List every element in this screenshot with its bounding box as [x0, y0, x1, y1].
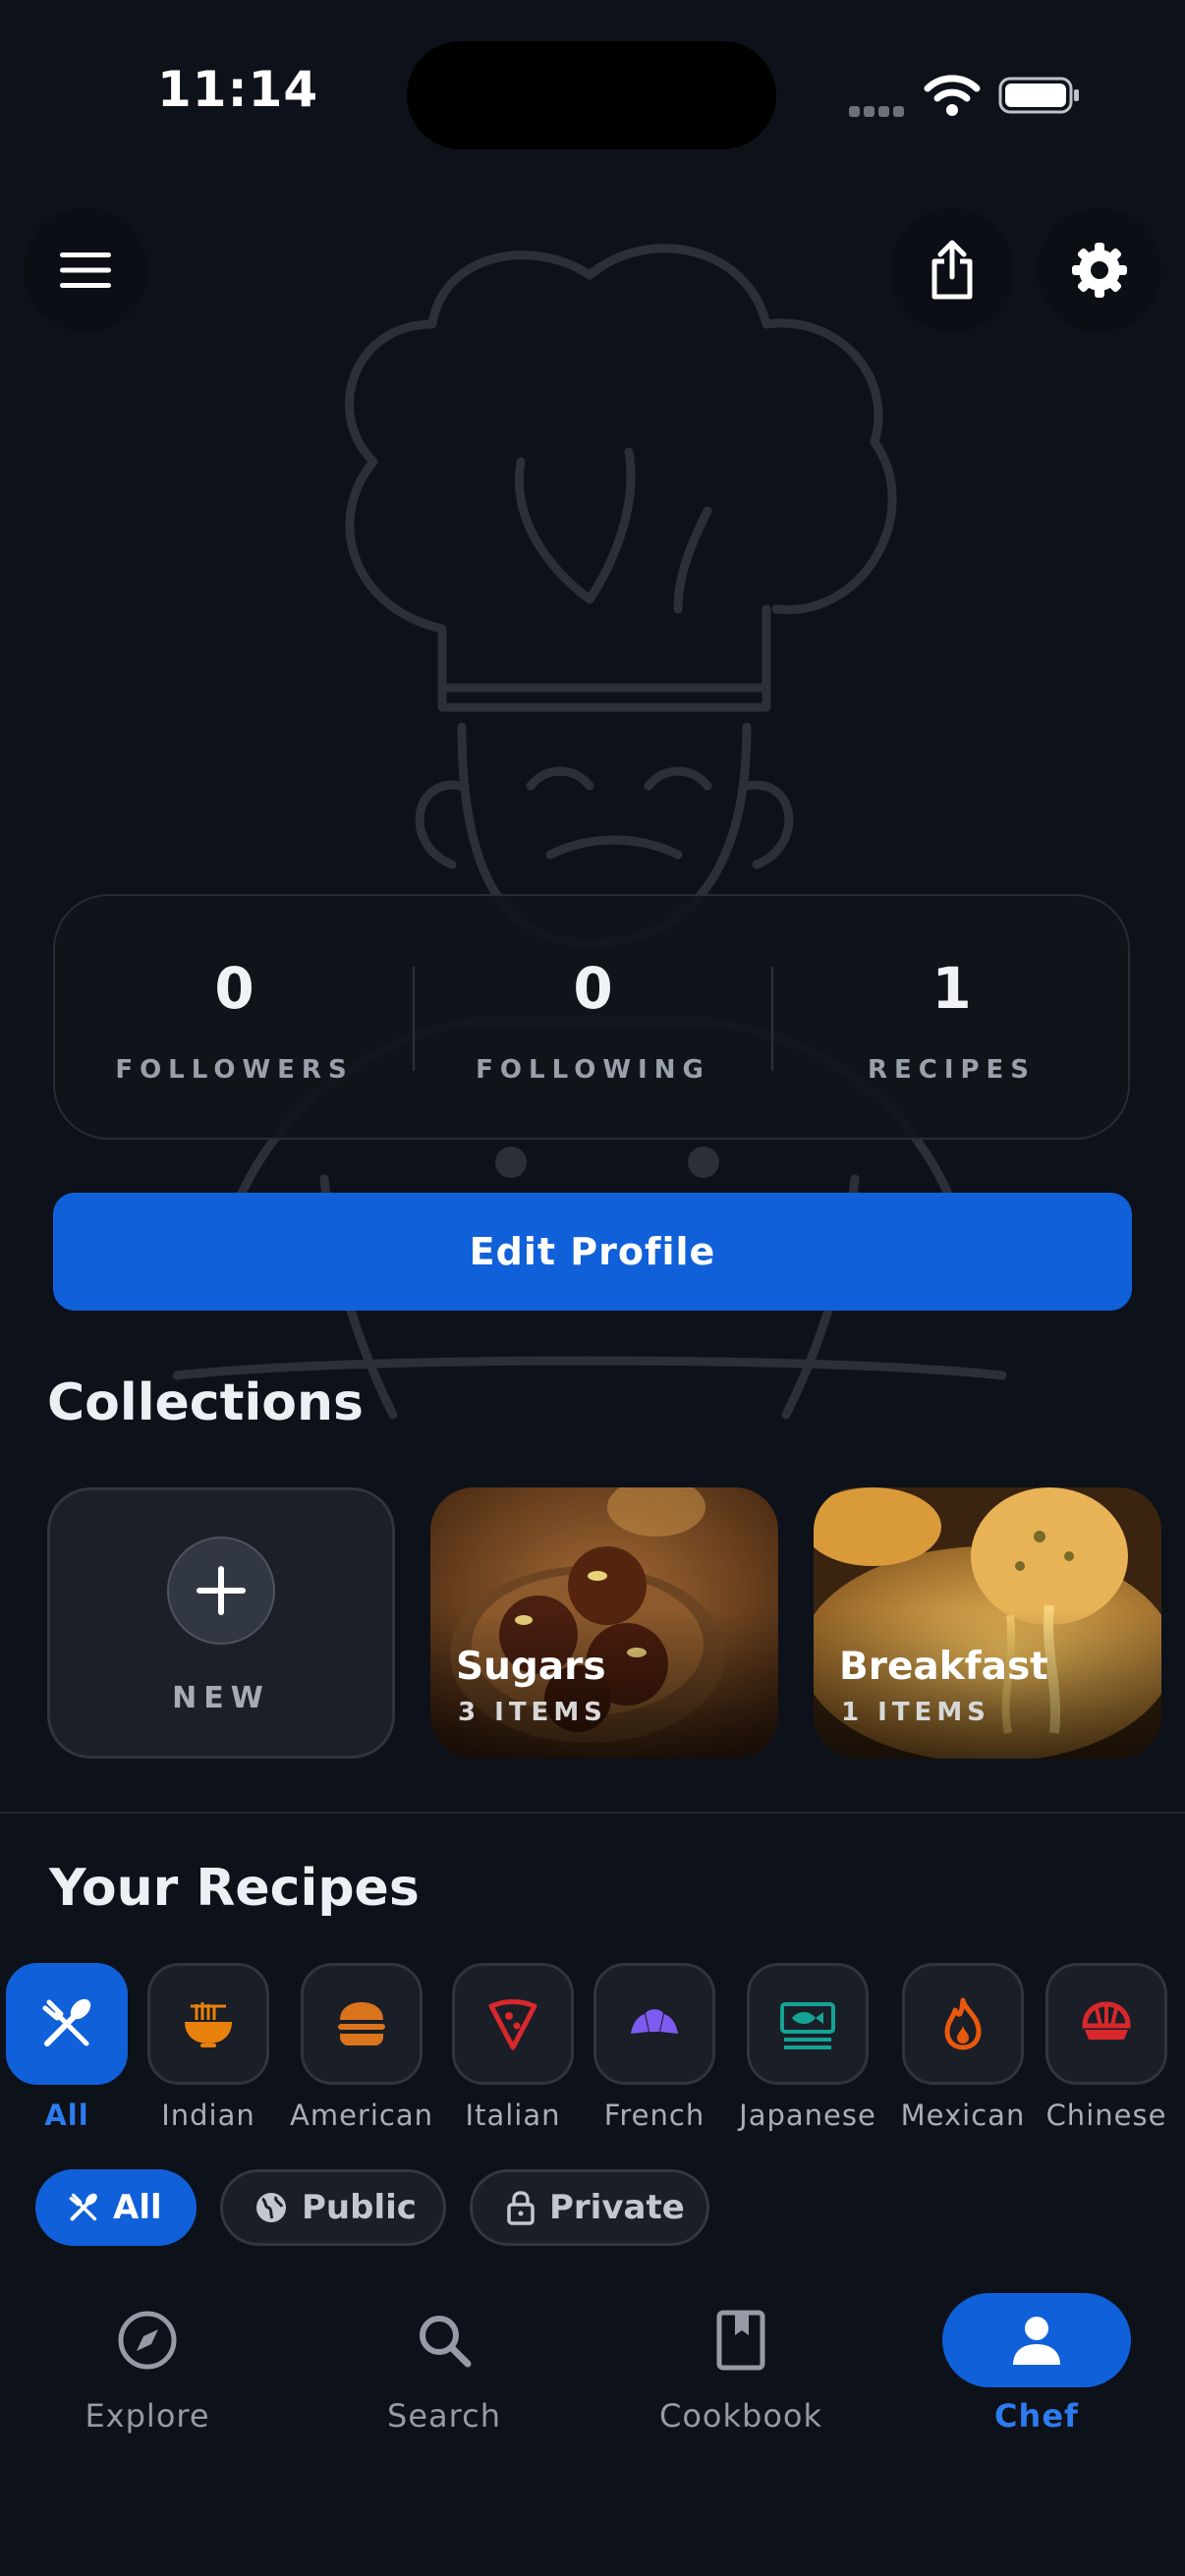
croissant-icon: [631, 2009, 678, 2034]
pizza-slice-icon: [488, 1999, 537, 2050]
globe-icon: [256, 2193, 286, 2222]
category-mexican[interactable]: Mexican: [901, 1963, 1024, 2132]
filter-label: All: [113, 2188, 162, 2227]
utensils-icon: [69, 2193, 97, 2221]
bao-icon: [1082, 2001, 1131, 2040]
tab-label: Chef: [994, 2397, 1079, 2435]
collection-count: 3 ITEMS: [458, 1698, 607, 1727]
category-label: Chinese: [1045, 2099, 1167, 2132]
status-time: 11:14: [157, 61, 319, 118]
hamburger-menu-icon: [60, 252, 111, 288]
filter-all-chip[interactable]: All: [35, 2169, 197, 2246]
menu-button[interactable]: [24, 208, 147, 332]
dynamic-island: [407, 41, 776, 149]
category-french[interactable]: French: [593, 1963, 715, 2132]
category-chinese[interactable]: Chinese: [1045, 1963, 1167, 2132]
category-japanese[interactable]: Japanese: [739, 1963, 875, 2132]
category-american[interactable]: American: [290, 1963, 432, 2132]
lock-icon: [507, 2191, 535, 2225]
gear-icon: [1072, 243, 1127, 298]
plus-icon: [167, 1537, 275, 1645]
stat-label: FOLLOWERS: [115, 1055, 354, 1085]
category-italian[interactable]: Italian: [452, 1963, 574, 2132]
tab-explore[interactable]: Explore: [49, 2293, 246, 2435]
stat-value: 1: [931, 955, 972, 1022]
stat-value: 0: [214, 955, 254, 1022]
filter-public-chip[interactable]: Public: [220, 2169, 446, 2246]
stat-value: 0: [573, 955, 613, 1022]
share-button[interactable]: [890, 208, 1014, 332]
utensils-icon: [42, 1998, 91, 2046]
edit-profile-button[interactable]: Edit Profile: [53, 1193, 1132, 1311]
stat-label: FOLLOWING: [476, 1055, 710, 1085]
burger-icon: [338, 2002, 385, 2045]
stat-followers[interactable]: 0 FOLLOWERS: [55, 896, 414, 1142]
category-indian[interactable]: Indian: [147, 1963, 269, 2132]
collections-title: Collections: [47, 1373, 365, 1432]
tab-cookbook[interactable]: Cookbook: [643, 2293, 839, 2435]
person-icon: [1013, 2317, 1060, 2365]
new-collection-label: NEW: [172, 1681, 270, 1715]
filter-private-chip[interactable]: Private: [470, 2169, 709, 2246]
compass-icon: [118, 2311, 177, 2370]
collection-count: 1 ITEMS: [841, 1698, 990, 1727]
cellular-signal-icon: [849, 102, 910, 117]
flame-icon: [944, 1997, 982, 2050]
tab-search[interactable]: Search: [346, 2293, 542, 2435]
new-collection-card[interactable]: NEW: [47, 1487, 395, 1759]
tab-label: Search: [387, 2397, 501, 2435]
tab-label: Cookbook: [658, 2397, 823, 2435]
tab-label: Explore: [85, 2397, 210, 2435]
noodle-bowl-icon: [185, 2002, 232, 2047]
collection-name: Breakfast: [839, 1645, 1048, 1689]
collection-card-sugars[interactable]: Sugars 3 ITEMS: [430, 1487, 778, 1759]
collection-card-breakfast[interactable]: Breakfast 1 ITEMS: [814, 1487, 1161, 1759]
fish-icon: [780, 2002, 835, 2049]
wifi-icon: [924, 75, 981, 116]
book-icon: [716, 2310, 765, 2371]
filter-label: Private: [549, 2188, 685, 2227]
collection-name: Sugars: [456, 1645, 606, 1689]
stat-recipes[interactable]: 1 RECIPES: [772, 896, 1131, 1142]
stat-following[interactable]: 0 FOLLOWING: [414, 896, 772, 1142]
settings-button[interactable]: [1038, 208, 1161, 332]
section-divider: [0, 1812, 1185, 1814]
battery-icon: [998, 77, 1079, 114]
tab-chef[interactable]: Chef: [938, 2293, 1135, 2435]
search-icon: [420, 2316, 472, 2368]
filter-label: Public: [302, 2188, 417, 2227]
profile-stats-card: 0 FOLLOWERS 0 FOLLOWING 1 RECIPES: [53, 894, 1130, 1140]
your-recipes-title: Your Recipes: [49, 1859, 420, 1918]
share-icon: [931, 240, 973, 300]
category-all[interactable]: All: [6, 1963, 128, 2132]
stat-label: RECIPES: [867, 1055, 1037, 1085]
